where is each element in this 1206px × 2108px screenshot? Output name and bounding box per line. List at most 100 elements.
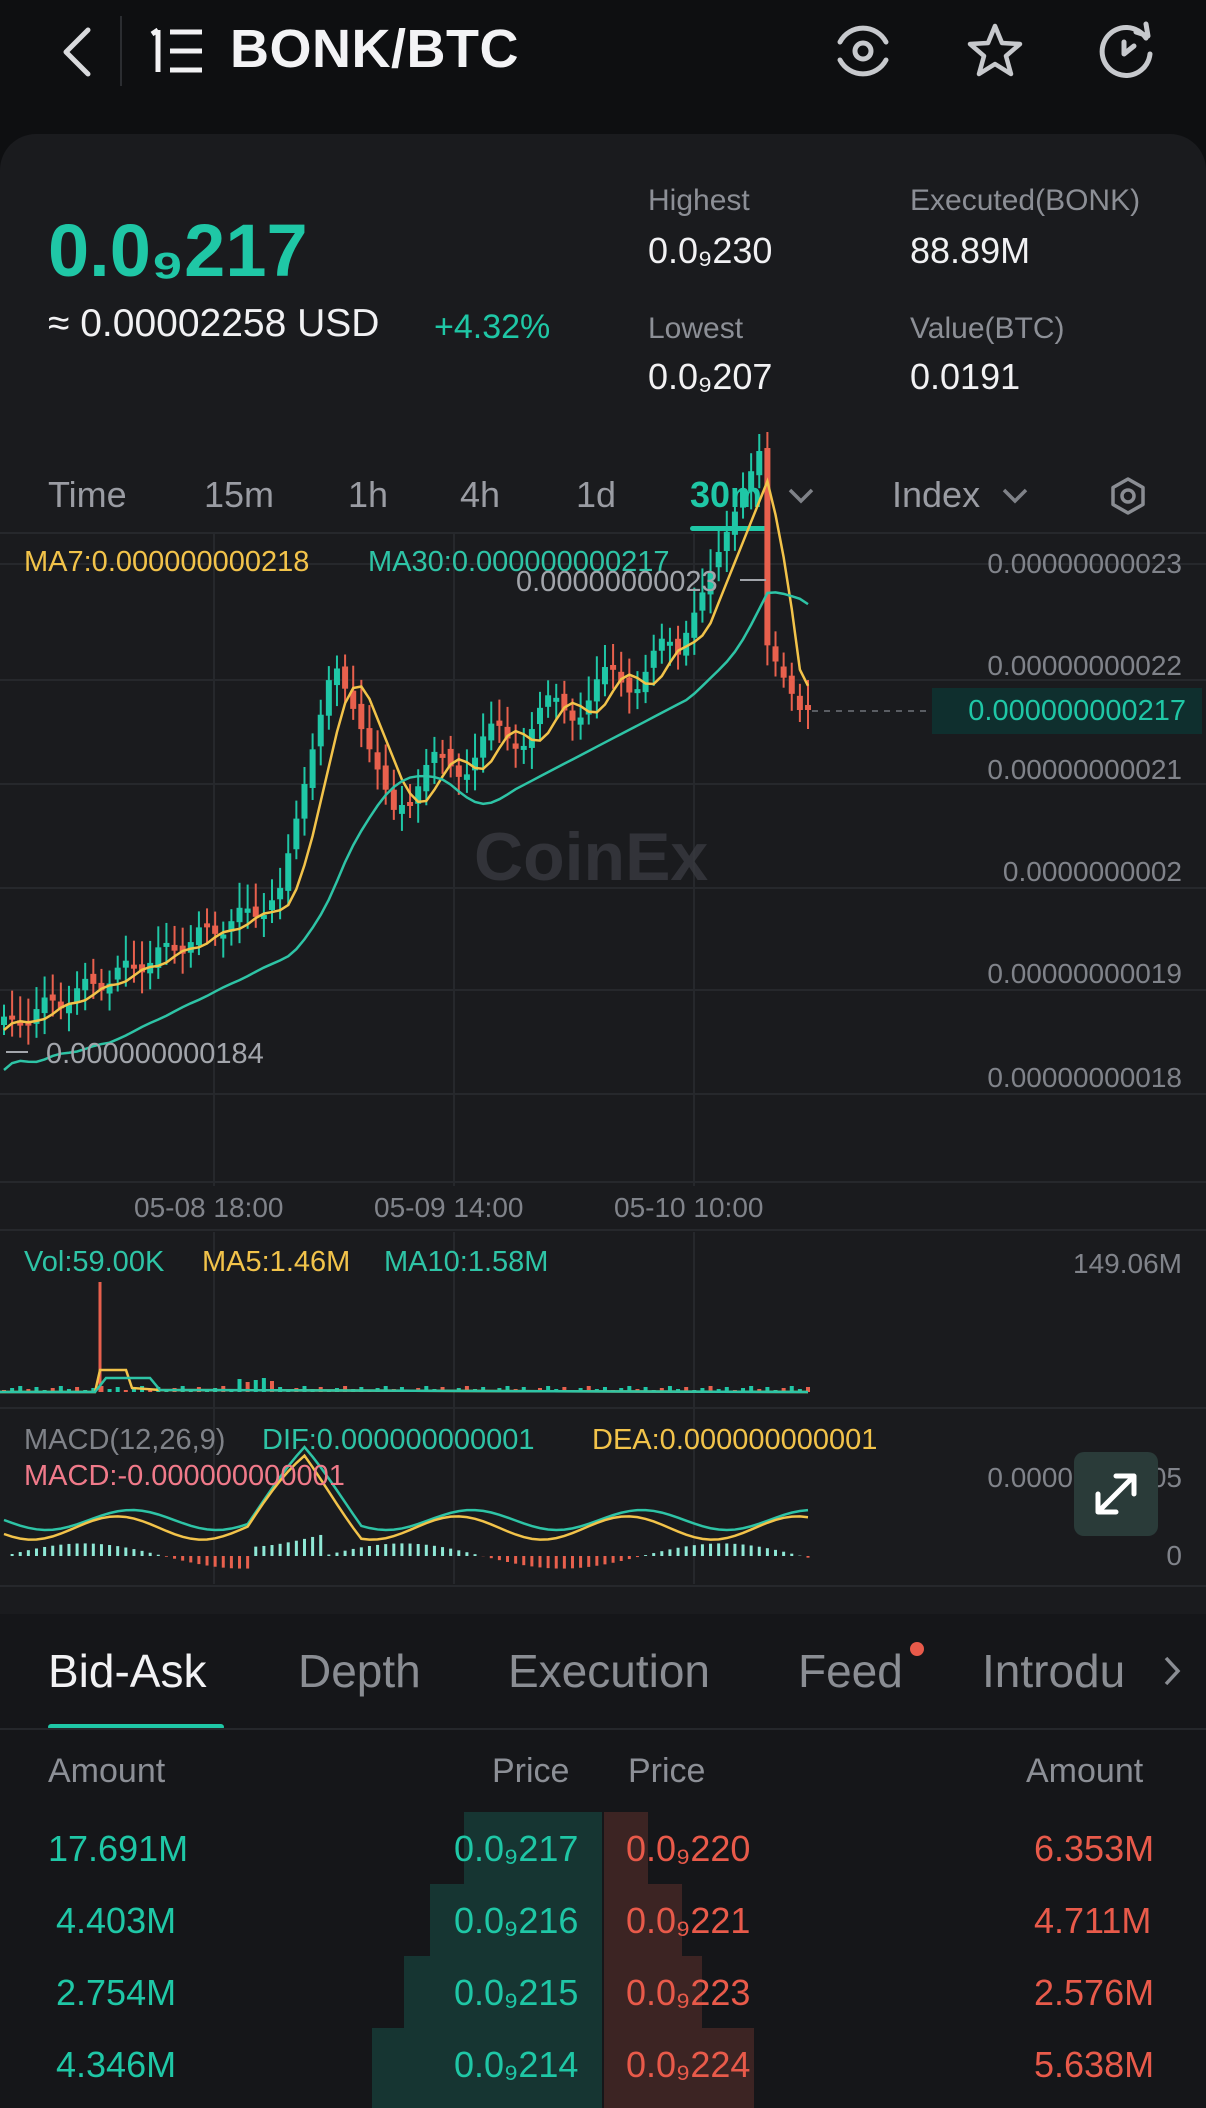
candle-body (325, 680, 332, 716)
candle-body (610, 664, 617, 670)
ask-amount[interactable]: 5.638M (1034, 2044, 1154, 2086)
bid-amount[interactable]: 2.754M (56, 1972, 176, 2014)
bid-price[interactable]: 0.0₉214 (454, 2044, 578, 2086)
candle-body (293, 818, 300, 850)
ask-amount[interactable]: 4.711M (1034, 1900, 1151, 1942)
candle-body (374, 752, 381, 770)
divider (0, 1728, 1206, 1730)
candle-body (220, 934, 227, 939)
candle-body (407, 801, 414, 806)
candle-body (634, 689, 641, 694)
candle-body (130, 964, 137, 969)
candle-body (593, 679, 600, 702)
candle-body (1, 1016, 7, 1025)
dif-label: DIF:0.000000000001 (262, 1424, 535, 1456)
candle-body (212, 925, 219, 934)
candle-body (496, 720, 503, 726)
candle-body (715, 552, 722, 568)
ask-amount[interactable]: 2.576M (1034, 1972, 1154, 2014)
candle-body (342, 666, 349, 689)
candle-body (805, 705, 811, 710)
tab-depth[interactable]: Depth (298, 1644, 421, 1698)
candlestick-chart[interactable] (0, 0, 1206, 1600)
candle-body (756, 451, 763, 476)
dea-label: DEA:0.000000000001 (592, 1424, 878, 1456)
candle-body (788, 675, 795, 694)
candle-body (601, 666, 608, 685)
coinex-watermark: CoinEx (474, 819, 709, 895)
tab-bid-ask[interactable]: Bid-Ask (48, 1644, 206, 1698)
candle-body (780, 666, 787, 678)
tab-execution[interactable]: Execution (508, 1644, 710, 1698)
x-axis-label: 05-10 10:00 (614, 1192, 764, 1223)
ask-price[interactable]: 0.0₉223 (626, 1972, 750, 2014)
candle-body (195, 927, 202, 946)
candle-body (301, 783, 308, 819)
candle-body (666, 641, 673, 646)
candle-body (796, 695, 803, 710)
bid-price[interactable]: 0.0₉217 (454, 1828, 578, 1870)
candle-body (285, 853, 292, 891)
bid-amount[interactable]: 17.691M (48, 1828, 188, 1870)
candle-body (9, 1015, 16, 1020)
ask-price[interactable]: 0.0₉224 (626, 2044, 750, 2086)
volume-bar (123, 1390, 128, 1392)
notification-dot (910, 1642, 924, 1656)
chevron-right-icon[interactable] (1162, 1654, 1182, 1688)
candle-body (545, 695, 552, 707)
candle-body (41, 997, 48, 1014)
candle-body (455, 765, 462, 777)
bid-amount[interactable]: 4.403M (56, 1900, 176, 1942)
fullscreen-expand-icon[interactable] (1074, 1452, 1158, 1536)
macd-label: MACD:-0.000000000001 (24, 1460, 345, 1492)
bid-price[interactable]: 0.0₉215 (454, 1972, 578, 2014)
bid-price-header: Price (492, 1752, 570, 1790)
ask-amount-header: Amount (1026, 1752, 1144, 1790)
candle-body (382, 765, 389, 790)
candle-body (731, 511, 738, 535)
candle-body (252, 906, 259, 917)
ma10-label: MA10:1.58M (384, 1246, 549, 1278)
candle-body (480, 736, 487, 758)
candle-body (244, 908, 251, 913)
candle-body (772, 646, 779, 662)
ma5-label: MA5:1.46M (202, 1246, 351, 1278)
candle-body (512, 743, 519, 749)
x-axis-label: 05-08 18:00 (134, 1192, 284, 1223)
candle-body (520, 745, 527, 750)
candle-body (277, 887, 284, 900)
tab-introduction[interactable]: Introdu (982, 1644, 1166, 1698)
y-axis-label: 0.00000000022 (987, 650, 1182, 681)
bid-price[interactable]: 0.0₉216 (454, 1900, 578, 1942)
candle-body (537, 707, 543, 725)
y-axis-label: 0.00000000018 (987, 1062, 1182, 1093)
candle-body (236, 907, 243, 923)
candle-body (74, 988, 81, 1002)
candle-body (49, 994, 56, 1001)
candle-body (398, 804, 405, 814)
candle-body (317, 714, 324, 747)
y-axis-label: 0.00000000023 (987, 548, 1182, 579)
candle-body (269, 900, 275, 911)
candle-body (691, 612, 698, 638)
candle-body (723, 531, 730, 552)
candle-body (333, 668, 340, 686)
tab-feed[interactable]: Feed (798, 1644, 903, 1698)
candle-body (650, 650, 657, 668)
bid-amount[interactable]: 4.346M (56, 2044, 176, 2086)
ask-price[interactable]: 0.0₉220 (626, 1828, 750, 1870)
candle-body (463, 774, 470, 780)
x-axis-label: 05-09 14:00 (374, 1192, 524, 1223)
ask-price[interactable]: 0.0₉221 (626, 1900, 750, 1942)
candle-body (626, 677, 633, 693)
candle-body (90, 973, 97, 984)
max-price-annotation: 0.00000000023 (516, 566, 718, 598)
candle-body (171, 944, 178, 951)
macd-y-label-bottom: 0 (1166, 1540, 1182, 1571)
candle-body (488, 723, 495, 741)
candle-body (569, 710, 576, 721)
ask-amount[interactable]: 6.353M (1034, 1828, 1154, 1870)
candle-body (431, 751, 438, 763)
candle-body (658, 638, 665, 651)
candle-body (390, 789, 397, 810)
